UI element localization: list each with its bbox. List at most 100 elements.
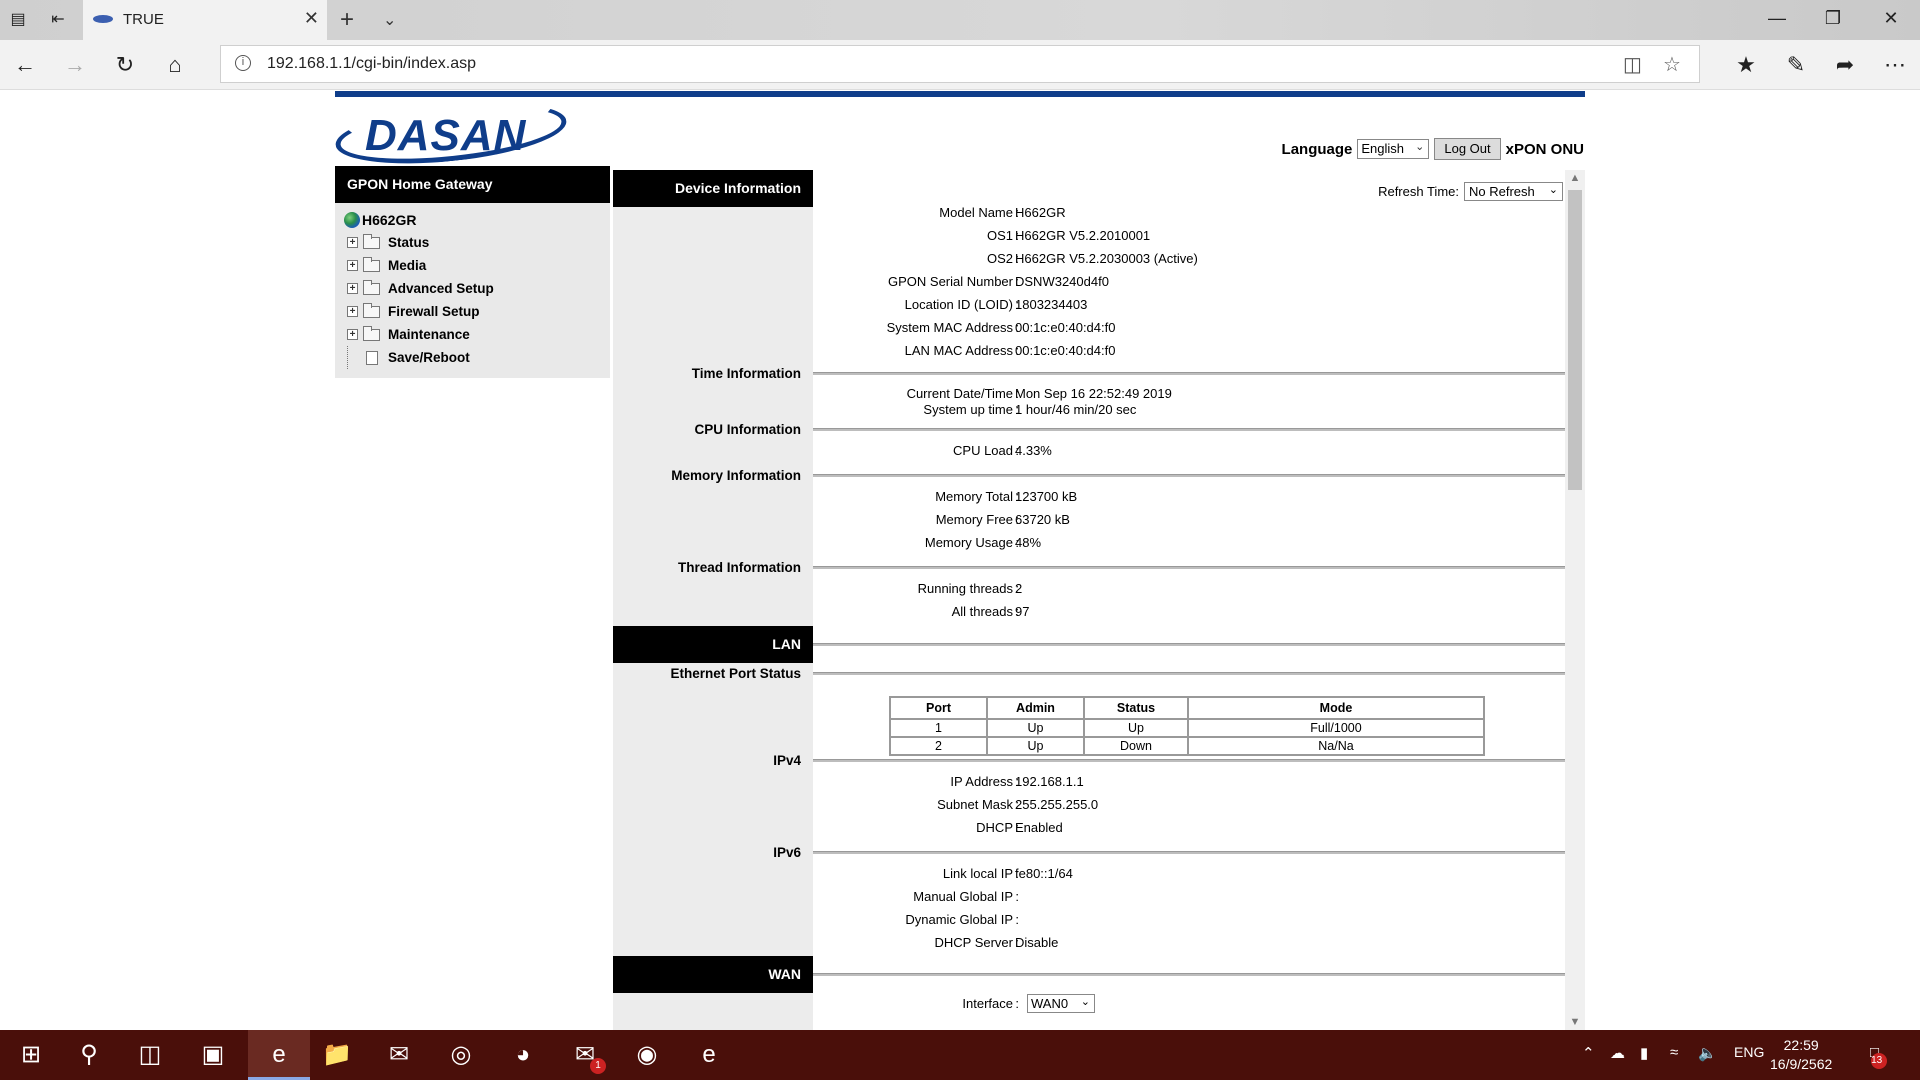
nav-item-status[interactable]: + Status bbox=[335, 231, 610, 254]
web-note-icon[interactable]: ✎ bbox=[1783, 52, 1809, 78]
info-key: Memory Total bbox=[935, 489, 1013, 504]
messenger-badge: 1 bbox=[590, 1058, 606, 1074]
messenger-icon[interactable]: ✉ 1 bbox=[568, 1038, 606, 1074]
minimize-icon[interactable]: — bbox=[1762, 8, 1792, 29]
refresh-select[interactable]: No Refresh ⌄ bbox=[1464, 182, 1563, 201]
expand-plus-icon[interactable]: + bbox=[347, 260, 358, 271]
wifi-icon[interactable]: ≈ bbox=[1670, 1044, 1678, 1061]
browser-titlebar: ▤ ⇤ TRUE ✕ + ⌄ — ❐ ✕ bbox=[0, 0, 1920, 40]
more-menu-icon[interactable]: ⋯ bbox=[1882, 52, 1908, 78]
address-bar[interactable]: i 192.168.1.1/cgi-bin/index.asp ◫ ☆ bbox=[220, 45, 1700, 83]
info-key: Current Date/Time bbox=[906, 386, 1013, 401]
favorites-hub-icon[interactable]: ★ bbox=[1733, 52, 1759, 78]
expand-plus-icon[interactable]: + bbox=[347, 329, 358, 340]
back-icon[interactable]: ← bbox=[12, 52, 38, 78]
restore-icon[interactable]: ❐ bbox=[1818, 8, 1848, 29]
ethernet-port-table: Port Admin Status Mode 1 Up Up Full/1000… bbox=[889, 696, 1485, 756]
share-icon[interactable]: ➦ bbox=[1832, 52, 1858, 78]
favorite-star-icon[interactable]: ☆ bbox=[1663, 52, 1681, 77]
info-row: DHCP: Enabled bbox=[976, 820, 1063, 835]
file-explorer-icon[interactable]: 📁 bbox=[320, 1038, 354, 1072]
input-language[interactable]: ENG bbox=[1734, 1044, 1764, 1060]
onedrive-icon[interactable]: ☁ bbox=[1610, 1044, 1625, 1062]
nav-item-label: Status bbox=[388, 235, 430, 250]
logo-text: DASAN bbox=[365, 111, 527, 160]
expand-plus-icon[interactable]: + bbox=[347, 237, 358, 248]
router-page: DASAN Language English ⌄ Log Out xPON ON… bbox=[0, 91, 1920, 1030]
tab-close-icon[interactable]: ✕ bbox=[304, 8, 319, 29]
info-value: 1803234403 bbox=[1015, 297, 1088, 312]
nav-item-firewall-setup[interactable]: + Firewall Setup bbox=[335, 300, 610, 323]
media-app-icon[interactable]: ◎ bbox=[444, 1038, 478, 1072]
nav-item-save-reboot[interactable]: Save/Reboot bbox=[335, 346, 610, 369]
browser-tab[interactable]: TRUE ✕ bbox=[83, 0, 327, 40]
action-center-icon[interactable]: □ 13 bbox=[1870, 1044, 1888, 1069]
expand-plus-icon[interactable]: + bbox=[347, 306, 358, 317]
forward-icon[interactable]: → bbox=[62, 52, 88, 78]
chrome-icon[interactable]: ◉ bbox=[630, 1038, 664, 1072]
site-info-icon[interactable]: i bbox=[235, 55, 251, 71]
refresh-label: Refresh Time: bbox=[1378, 184, 1459, 199]
info-value: H662GR V5.2.2030003 (Active) bbox=[1015, 251, 1198, 266]
internet-explorer-icon[interactable]: e bbox=[692, 1038, 726, 1072]
windows-start-icon[interactable]: ⊞ bbox=[14, 1038, 48, 1072]
globe-icon bbox=[344, 212, 360, 228]
show-hidden-icons-icon[interactable]: ⌃ bbox=[1582, 1044, 1595, 1062]
info-row: Model Name: H662GR bbox=[939, 205, 1066, 220]
info-value: 00:1c:e0:40:d4:f0 bbox=[1015, 343, 1116, 358]
info-value: 63720 kB bbox=[1015, 512, 1070, 527]
nav-item-media[interactable]: + Media bbox=[335, 254, 610, 277]
tree-root-h662gr[interactable]: H662GR bbox=[335, 209, 610, 231]
battery-icon[interactable]: ▮ bbox=[1640, 1044, 1648, 1062]
expand-plus-icon[interactable]: + bbox=[347, 283, 358, 294]
refresh-icon[interactable]: ↻ bbox=[112, 52, 138, 78]
tab-menu-chevron-icon[interactable]: ⌄ bbox=[383, 10, 396, 30]
url-text[interactable]: 192.168.1.1/cgi-bin/index.asp bbox=[267, 55, 476, 73]
table-cell: Up bbox=[1083, 718, 1189, 738]
search-icon[interactable]: ⚲ bbox=[72, 1038, 106, 1072]
reading-view-icon[interactable]: ◫ bbox=[1623, 52, 1642, 77]
ethernet-port-status-heading: Ethernet Port Status bbox=[670, 666, 801, 681]
mail-icon[interactable]: ✉ bbox=[382, 1038, 416, 1072]
divider bbox=[813, 973, 1565, 976]
edge-browser-icon[interactable]: e bbox=[248, 1030, 310, 1080]
scrollbar-thumb[interactable] bbox=[1568, 190, 1582, 490]
scroll-down-icon[interactable]: ▼ bbox=[1565, 1016, 1585, 1028]
new-tab-icon[interactable]: + bbox=[340, 6, 354, 34]
lan-heading: LAN bbox=[613, 626, 813, 663]
logout-button[interactable]: Log Out bbox=[1434, 138, 1501, 160]
info-row: Location ID (LOID):1803234403 bbox=[904, 297, 1088, 312]
system-clock[interactable]: 22:59 16/9/2562 bbox=[1770, 1036, 1832, 1074]
info-key: Memory Usage bbox=[924, 535, 1013, 550]
info-value: fe80::1/64 bbox=[1015, 866, 1073, 881]
store-icon[interactable]: ▣ bbox=[196, 1038, 230, 1072]
info-key: LAN MAC Address bbox=[904, 343, 1013, 358]
info-value: H662GR V5.2.2010001 bbox=[1015, 228, 1151, 243]
info-row: DHCP Server: Disable bbox=[934, 935, 1059, 950]
site-favicon-icon bbox=[93, 15, 113, 23]
close-window-icon[interactable]: ✕ bbox=[1876, 8, 1906, 29]
column-header: Status bbox=[1083, 696, 1189, 720]
language-label: Language bbox=[1281, 140, 1353, 158]
content-scrollbar[interactable]: ▲ ▼ bbox=[1565, 170, 1585, 1030]
info-key: Running threads bbox=[917, 581, 1013, 596]
speedtest-icon[interactable]: ◕ bbox=[506, 1038, 540, 1072]
document-icon bbox=[366, 350, 378, 365]
info-key: OS2 bbox=[986, 251, 1013, 266]
home-icon[interactable]: ⌂ bbox=[162, 52, 188, 78]
info-row: LAN MAC Address:00:1c:e0:40:d4:f0 bbox=[904, 343, 1116, 358]
table-cell: Full/1000 bbox=[1187, 718, 1485, 738]
language-select[interactable]: English ⌄ bbox=[1357, 139, 1430, 159]
info-row: IP Address:192.168.1.1 bbox=[950, 774, 1084, 789]
nav-item-maintenance[interactable]: + Maintenance bbox=[335, 323, 610, 346]
volume-icon[interactable]: 🔈 bbox=[1698, 1044, 1717, 1062]
tab-list-icon[interactable]: ▤ bbox=[8, 10, 28, 30]
wan-interface-select[interactable]: WAN0 ⌄ bbox=[1027, 994, 1095, 1013]
nav-item-advanced-setup[interactable]: + Advanced Setup bbox=[335, 277, 610, 300]
scroll-up-icon[interactable]: ▲ bbox=[1565, 172, 1585, 184]
table-cell: Up bbox=[986, 736, 1085, 756]
set-tabs-aside-icon[interactable]: ⇤ bbox=[48, 10, 68, 30]
task-view-icon[interactable]: ◫ bbox=[133, 1038, 167, 1072]
info-value: DSNW3240d4f0 bbox=[1015, 274, 1109, 289]
language-value: English bbox=[1361, 141, 1405, 156]
